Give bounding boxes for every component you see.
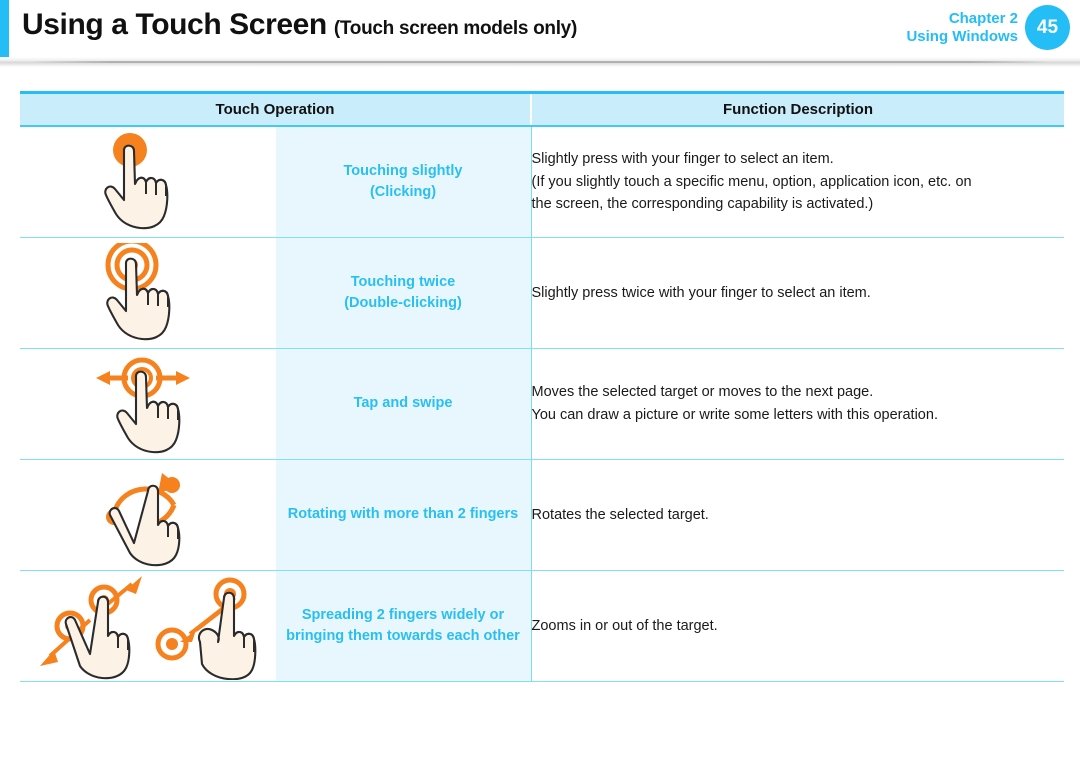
gesture-label-line1: Touching slightly: [343, 162, 463, 179]
section-label: Using Windows: [906, 27, 1018, 45]
gesture-description-cell: Zooms in or out of the target.: [531, 570, 1064, 682]
column-header-touch-operation: Touch Operation: [20, 91, 532, 127]
page-header: Using a Touch Screen (Touch screen model…: [0, 0, 1080, 57]
table-row: Rotating with more than 2 fingers Rotate…: [20, 459, 1064, 571]
table-row: Touching twice (Double-clicking) Slightl…: [20, 237, 1064, 349]
description-line3: the screen, the corresponding capability…: [531, 196, 874, 213]
page-number-badge: 45: [1025, 5, 1070, 50]
touch-swipe-icon: [20, 349, 276, 459]
gesture-description-cell: Moves the selected target or moves to th…: [531, 348, 1064, 460]
gesture-description-cell: Rotates the selected target.: [531, 459, 1064, 571]
description-line1: Zooms in or out of the target.: [531, 617, 718, 634]
chapter-label: Chapter 2: [948, 10, 1018, 27]
table-header-row: Touch Operation Function Description: [20, 91, 1064, 127]
description-line1: Slightly press with your finger to selec…: [531, 150, 834, 167]
page-title: Using a Touch Screen: [22, 8, 327, 41]
touch-operation-table: Touch Operation Function Description Tou…: [20, 91, 1064, 682]
gesture-label-cell: Spreading 2 fingers widely or bringing t…: [275, 570, 532, 682]
title-block: Using a Touch Screen (Touch screen model…: [22, 8, 577, 42]
gesture-label-cell: Touching slightly (Clicking): [275, 126, 532, 238]
touch-double-tap-icon: [20, 238, 276, 348]
chapter-block: Chapter 2 Using Windows: [906, 10, 1018, 45]
gesture-icon-cell: [20, 570, 276, 682]
touch-pinch-zoom-icon: [20, 571, 276, 681]
gesture-label-line2: (Clicking): [369, 184, 437, 200]
description-line2: (If you slightly touch a specific menu, …: [531, 173, 972, 190]
gesture-label-line2: (Double-clicking): [344, 295, 462, 311]
gesture-label-line2: bringing them towards each other: [286, 628, 520, 644]
gesture-label-line1: Spreading 2 fingers widely or: [301, 606, 505, 623]
gesture-label-cell: Tap and swipe: [275, 348, 532, 460]
gesture-label-line1: Tap and swipe: [353, 395, 453, 412]
header-divider: [0, 57, 1080, 67]
description-line1: Moves the selected target or moves to th…: [531, 384, 874, 401]
gesture-icon-cell: [20, 237, 276, 349]
gesture-label-cell: Touching twice (Double-clicking): [275, 237, 532, 349]
gesture-label-line1: Rotating with more than 2 fingers: [287, 506, 519, 523]
table-row: Tap and swipe Moves the selected target …: [20, 348, 1064, 460]
gesture-description-cell: Slightly press with your finger to selec…: [531, 126, 1064, 238]
touch-rotate-icon: [20, 460, 276, 570]
gesture-label-cell: Rotating with more than 2 fingers: [275, 459, 532, 571]
description-line1: Rotates the selected target.: [531, 506, 709, 523]
table-row: Spreading 2 fingers widely or bringing t…: [20, 570, 1064, 682]
gesture-label-line1: Touching twice: [350, 273, 456, 290]
gesture-icon-cell: [20, 459, 276, 571]
gesture-icon-cell: [20, 126, 276, 238]
table-row: Touching slightly (Clicking) Slightly pr…: [20, 126, 1064, 238]
gesture-description-cell: Slightly press twice with your finger to…: [531, 237, 1064, 349]
gesture-icon-cell: [20, 348, 276, 460]
page-subtitle: (Touch screen models only): [333, 18, 577, 39]
header-accent-bar: [0, 0, 9, 57]
column-header-function-description: Function Description: [531, 91, 1064, 127]
description-line2: You can draw a picture or write some let…: [531, 407, 938, 423]
description-line1: Slightly press twice with your finger to…: [531, 284, 871, 301]
touch-tap-icon: [20, 127, 276, 237]
